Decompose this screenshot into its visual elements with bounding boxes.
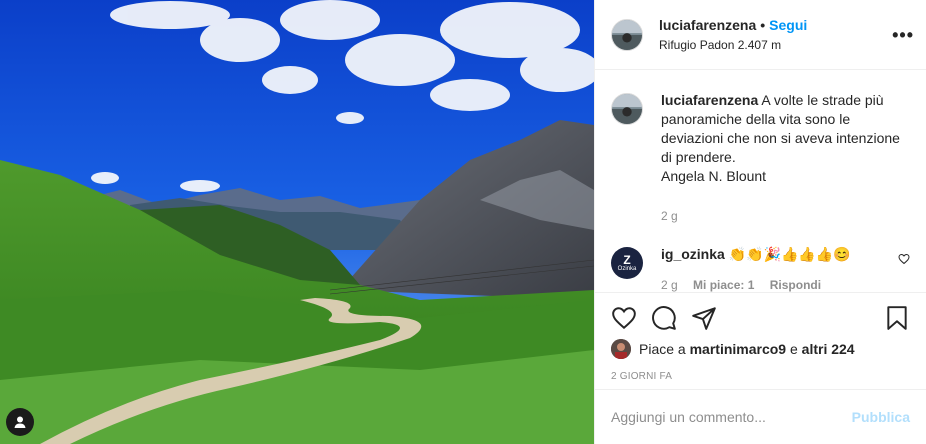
likes-others-link[interactable]: altri 224	[802, 341, 855, 357]
author-avatar[interactable]	[611, 18, 643, 51]
caption-body: luciafarenzena A volte le strade più pan…	[661, 91, 910, 223]
reply-emojis: 👏👏🎉👍👍👍😊	[728, 246, 851, 262]
add-comment-bar: Aggiungi un commento... Pubblica	[595, 389, 926, 444]
reply-avatar[interactable]: Z Ozinka	[611, 247, 643, 279]
instagram-post: luciafarenzena • Segui Rifugio Padon 2.407…	[0, 0, 926, 444]
caption-line: Angela N. Blount	[661, 168, 767, 184]
avatar-logo-text: Ozinka	[617, 265, 637, 272]
location-link[interactable]: Rifugio Padon 2.407 m	[659, 36, 807, 54]
post-side-panel: luciafarenzena • Segui Rifugio Padon 2.407…	[594, 0, 926, 444]
post-photo[interactable]	[0, 0, 594, 444]
reply-username[interactable]: ig_ozinka	[661, 246, 725, 262]
caption-text: luciafarenzena A volte le strade più pan…	[661, 91, 910, 186]
likes-prefix: Piace a	[639, 341, 686, 357]
post-header: luciafarenzena • Segui Rifugio Padon 2.407…	[595, 0, 926, 70]
reply-age[interactable]: 2 g	[661, 278, 678, 292]
tag-people-button[interactable]	[6, 408, 34, 436]
caption-line: A volte le strade più	[761, 92, 884, 108]
reply-meta: 2 g Mi piace: 1 Rispondi	[661, 278, 910, 292]
reply-comment: Z Ozinka ig_ozinka 👏👏🎉👍👍👍😊 2 g Mi piace:…	[611, 245, 910, 292]
separator-dot: •	[760, 16, 766, 33]
more-options-icon[interactable]: •••	[892, 26, 914, 44]
person-icon	[14, 416, 26, 428]
liker-avatar[interactable]	[611, 339, 631, 359]
reply-likes[interactable]: Mi piace: 1	[693, 278, 754, 292]
avatar-logo-letter: Z	[623, 252, 631, 267]
post-date[interactable]: 2 GIORNI FA	[611, 371, 672, 382]
reply-text: ig_ozinka 👏👏🎉👍👍👍😊	[661, 245, 910, 264]
liker-username[interactable]: martinimarco9	[690, 341, 786, 357]
share-icon[interactable]	[691, 305, 717, 331]
like-comment-heart-icon[interactable]	[898, 253, 910, 265]
caption-line: di prendere.	[661, 149, 736, 165]
author-username[interactable]: luciafarenzena	[659, 17, 756, 33]
heart-icon[interactable]	[611, 305, 637, 331]
caption-avatar[interactable]	[611, 93, 643, 125]
caption-age[interactable]: 2 g	[661, 209, 910, 223]
action-icons	[611, 293, 910, 343]
likes-summary: Piace a martinimarco9 e altri 224	[611, 339, 910, 359]
caption-line: deviazioni che non si aveva intenzione	[661, 130, 900, 146]
caption-line: panoramiche della vita sono le	[661, 111, 851, 127]
header-text: luciafarenzena • Segui Rifugio Padon 2.407…	[659, 16, 807, 54]
reply-button[interactable]: Rispondi	[770, 278, 821, 292]
comment-icon[interactable]	[651, 305, 677, 331]
caption-username[interactable]: luciafarenzena	[661, 92, 758, 108]
follow-button[interactable]: Segui	[769, 17, 807, 33]
caption-comment: luciafarenzena A volte le strade più pan…	[611, 91, 910, 223]
reply-body: ig_ozinka 👏👏🎉👍👍👍😊 2 g Mi piace: 1 Rispon…	[661, 245, 910, 292]
avatar-image	[611, 339, 631, 359]
publish-button[interactable]: Pubblica	[852, 409, 910, 425]
comment-input[interactable]: Aggiungi un commento...	[611, 409, 852, 425]
likes-mid: e	[789, 341, 798, 357]
landscape-image	[0, 0, 594, 444]
comments-section: luciafarenzena A volte le strade più pan…	[595, 71, 926, 293]
avatar-image	[612, 19, 642, 50]
bookmark-icon[interactable]	[884, 305, 910, 331]
avatar-image	[612, 94, 642, 124]
